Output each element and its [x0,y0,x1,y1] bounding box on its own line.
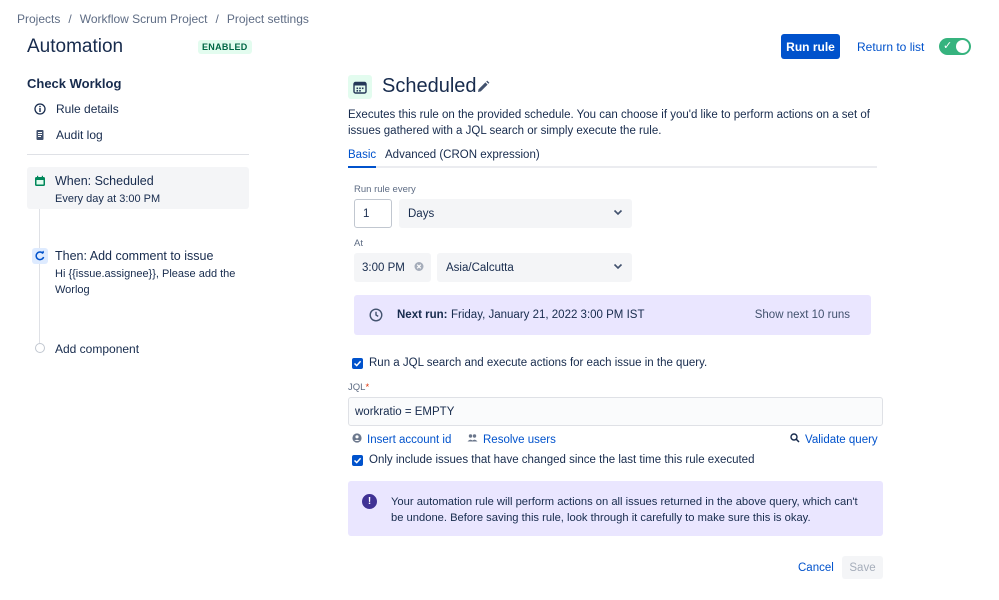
resolve-users-link[interactable]: Resolve users [467,433,556,446]
breadcrumb: Projects / Workflow Scrum Project / Proj… [17,12,309,26]
search-icon [790,433,800,446]
tab-bar: Basic Advanced (CRON expression) [348,149,877,168]
jql-input[interactable]: workratio = EMPTY [348,397,883,426]
add-component-dot [35,343,45,353]
document-icon [34,129,46,141]
warning-text: Your automation rule will perform action… [391,496,858,524]
run-rule-button[interactable]: Run rule [781,34,840,59]
select-value: Asia/Calcutta [446,261,514,274]
step-title[interactable]: Then: Add comment to issue [55,249,213,263]
tab-basic[interactable]: Basic [348,149,377,168]
page-title: Automation [27,36,124,57]
resolve-users-label: Resolve users [483,433,556,446]
exclamation-icon: ! [362,494,377,509]
sidebar-divider [27,154,249,155]
trigger-title: Scheduled [382,75,477,97]
jql-search-checkbox-label: Run a JQL search and execute actions for… [369,357,708,369]
rule-enabled-toggle[interactable]: ✓ [939,38,971,55]
step-subtitle: Every day at 3:00 PM [55,193,161,205]
step-title: When: Scheduled [55,174,154,188]
info-icon [34,103,46,115]
check-icon: ✓ [943,40,953,52]
run-every-interval-input[interactable]: 1 [354,199,392,228]
pencil-icon[interactable] [476,80,490,97]
users-icon [467,433,478,446]
timeline-line [39,188,40,343]
calendar-icon [348,75,372,99]
chevron-down-icon [613,207,623,220]
cancel-button[interactable]: Cancel [790,556,842,579]
jql-label-text: JQL [348,382,366,393]
sidebar-item-label: Audit log [56,128,103,142]
calendar-icon [34,175,46,187]
required-marker: * [365,382,370,393]
user-circle-icon [352,433,362,446]
return-to-list-link[interactable]: Return to list [857,40,924,54]
sidebar-item-audit-log[interactable]: Audit log [34,128,103,142]
breadcrumb-separator: / [68,12,72,26]
select-value: Days [408,207,435,220]
breadcrumb-project[interactable]: Workflow Scrum Project [80,12,208,26]
validate-query-link[interactable]: Validate query [790,433,878,446]
add-component-link[interactable]: Add component [55,342,139,356]
tab-advanced-cron[interactable]: Advanced (CRON expression) [385,149,540,168]
at-label: At [354,238,363,249]
time-picker[interactable]: 3:00 PM [354,253,431,282]
jql-search-checkbox[interactable] [352,358,363,369]
show-next-runs-button[interactable]: Show next 10 runs [755,309,850,321]
only-changed-checkbox[interactable] [352,455,363,466]
sidebar-item-rule-details[interactable]: Rule details [34,102,119,116]
breadcrumb-project-settings[interactable]: Project settings [227,12,309,26]
insert-account-id-link[interactable]: Insert account id [352,433,451,446]
next-run-value: Friday, January 21, 2022 3:00 PM IST [451,309,645,321]
only-changed-checkbox-label: Only include issues that have changed si… [369,454,755,466]
toggle-knob [956,40,969,53]
breadcrumb-separator: / [215,12,219,26]
time-value: 3:00 PM [362,261,405,274]
clock-icon [369,308,383,325]
run-every-unit-select[interactable]: Days [399,199,632,228]
clear-icon[interactable] [414,261,424,274]
warning-panel: ! Your automation rule will perform acti… [348,481,883,536]
sidebar-item-label: Rule details [56,102,119,116]
jql-label: JQL* [348,382,369,393]
status-badge: ENABLED [198,40,252,54]
timezone-select[interactable]: Asia/Calcutta [437,253,632,282]
step-subtitle: Hi {{issue.assignee}}, Please add the Wo… [55,268,236,296]
next-run-panel: Next run: Friday, January 21, 2022 3:00 … [354,295,871,335]
save-button[interactable]: Save [842,556,883,579]
rule-name: Check Worklog [27,76,122,91]
chevron-down-icon [613,261,623,274]
insert-account-id-label: Insert account id [367,433,452,446]
validate-query-label: Validate query [805,433,878,446]
comment-refresh-icon [32,248,48,264]
next-run-label: Next run: [397,309,448,321]
breadcrumb-projects[interactable]: Projects [17,12,60,26]
run-every-label: Run rule every [354,184,416,195]
trigger-description: Executes this rule on the provided sched… [348,109,870,137]
